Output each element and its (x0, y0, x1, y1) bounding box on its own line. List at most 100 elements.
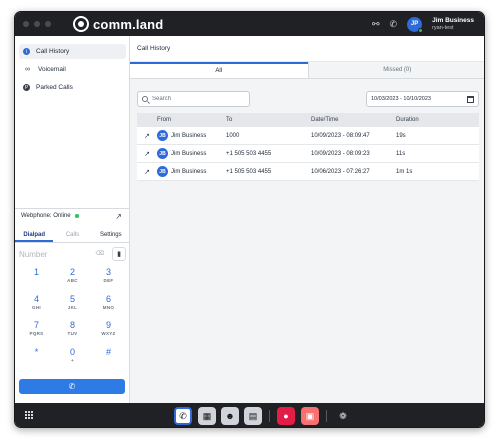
avatar: JB (157, 130, 168, 141)
call-history-tabs: All Missed (0) (130, 62, 484, 79)
search-icon (142, 96, 148, 102)
sidebar-item-label: Voicemail (38, 66, 66, 73)
from-name: Jim Business (171, 150, 207, 157)
call-button[interactable]: ✆ (19, 379, 125, 394)
to-cell: 1000 (226, 132, 240, 139)
avatar[interactable]: JP (407, 16, 424, 33)
logo-icon (73, 16, 89, 32)
dialpad-key-9[interactable]: 9 WXYZ (91, 320, 126, 344)
dialpad-key-4[interactable]: 4 GHI (19, 294, 54, 318)
dock-store-button[interactable]: ▤ (244, 407, 262, 425)
phone-icon: ✆ (179, 410, 187, 421)
brand-name: comm.land (93, 16, 164, 32)
avatar-initials: JP (410, 21, 419, 27)
dialpad-key-2[interactable]: 2 ABC (55, 267, 90, 291)
dialpad-key-1[interactable]: 1 (19, 267, 54, 291)
dock-phone-button[interactable]: ✆ (174, 407, 192, 425)
search-input[interactable] (152, 96, 242, 102)
key-digit: 2 (69, 267, 75, 277)
tab-missed[interactable]: Missed (0) (307, 62, 484, 78)
key-digit: 6 (105, 294, 111, 304)
dock-divider (326, 410, 327, 422)
dialpad-key-star[interactable]: * (19, 347, 54, 371)
close-window-button[interactable] (23, 21, 29, 27)
tab-calls[interactable]: Calls (53, 228, 91, 242)
column-duration: Duration (396, 117, 419, 123)
dialpad-key-0[interactable]: 0 + (55, 347, 90, 371)
dock-meetings-button[interactable]: ● (277, 407, 295, 425)
dock-team-button[interactable]: ☻ (221, 407, 239, 425)
app-grid-icon[interactable] (25, 411, 34, 420)
table-row[interactable]: ↗ JB Jim Business +1 505 503 4455 10/09/… (137, 145, 479, 163)
dock-divider (269, 410, 270, 422)
dialpad-key-6[interactable]: 6 MNO (91, 294, 126, 318)
key-digit: 8 (69, 320, 75, 330)
column-from: From (157, 117, 171, 123)
webphone-status-label: Webphone: Online (21, 213, 71, 219)
dialpad-key-5[interactable]: 5 JKL (55, 294, 90, 318)
dock-cards-button[interactable]: ▣ (301, 407, 319, 425)
tab-settings[interactable]: Settings (92, 228, 130, 242)
sidebar-item-call-history[interactable]: i Call History (19, 44, 126, 59)
phone-icon[interactable]: ✆ (390, 19, 398, 30)
key-digit: 4 (33, 294, 39, 304)
key-letters: + (71, 358, 74, 363)
column-to: To (226, 117, 233, 123)
minimize-window-button[interactable] (34, 21, 40, 27)
number-input[interactable] (19, 249, 89, 259)
dialpad-key-3[interactable]: 3 DEF (91, 267, 126, 291)
key-letters: WXYZ (101, 331, 116, 336)
number-row: ⌫ ▮ (19, 247, 126, 261)
backspace-icon[interactable]: ⌫ (96, 250, 104, 257)
id-card-icon: ▣ (305, 410, 315, 421)
avatar: JB (157, 166, 168, 177)
key-digit: # (105, 347, 111, 357)
key-letters: DEF (103, 278, 114, 283)
main-header: Call History (130, 36, 484, 62)
key-digit: 3 (105, 267, 111, 277)
sidebar-item-voicemail[interactable]: ∞ Voicemail (19, 62, 126, 77)
zoom-window-button[interactable] (45, 21, 51, 27)
app-logo: comm.land (73, 16, 163, 32)
user-info[interactable]: Jim Business ryan-test (432, 17, 474, 31)
key-letters: TUV (67, 331, 78, 336)
key-digit: 0 (69, 347, 75, 357)
call-history-table: From To Date/Time Duration ↗ JB Jim Busi… (137, 113, 479, 181)
tab-all[interactable]: All (130, 62, 308, 78)
datetime-cell: 10/09/2023 - 08:09:47 (311, 132, 370, 139)
dock-contacts-button[interactable]: ▦ (198, 407, 216, 425)
key-digit: 5 (69, 294, 75, 304)
online-status-dot (418, 27, 424, 33)
popout-icon[interactable]: ↗ (115, 212, 122, 221)
network-icon[interactable]: ⚯ (372, 19, 380, 30)
gear-icon: ❁ (339, 410, 347, 421)
datetime-cell: 10/09/2023 - 08:09:23 (311, 150, 370, 157)
dock-settings-button[interactable]: ❁ (334, 407, 352, 425)
duration-cell: 11s (396, 150, 406, 157)
dialpad-key-7[interactable]: 7 PQRS (19, 320, 54, 344)
tab-dialpad[interactable]: Dialpad (15, 228, 54, 242)
sidebar-item-parked-calls[interactable]: P Parked Calls (19, 80, 126, 95)
key-digit: 7 (33, 320, 39, 330)
app-window: comm.land ⚯ ✆ JP Jim Business ryan-test … (14, 11, 485, 428)
table-row[interactable]: ↗ JB Jim Business 1000 10/09/2023 - 08:0… (137, 127, 479, 145)
dialpad-key-hash[interactable]: # (91, 347, 126, 371)
clipboard-icon[interactable]: ▮ (112, 247, 126, 261)
duration-cell: 19s (396, 132, 406, 139)
table-row[interactable]: ↗ JB Jim Business +1 505 503 4455 10/06/… (137, 163, 479, 181)
to-cell: +1 505 503 4455 (226, 150, 272, 157)
user-subtitle: ryan-test (432, 24, 454, 31)
key-digit: 1 (33, 267, 39, 277)
calendar-icon[interactable] (467, 96, 474, 103)
sidebar-item-label: Call History (36, 48, 70, 55)
main-content: Call History All Missed (0) 10/03/2023 -… (130, 36, 484, 403)
online-indicator (74, 214, 79, 218)
sidebar: i Call History ∞ Voicemail P Parked Call… (15, 36, 130, 403)
column-datetime: Date/Time (311, 117, 339, 123)
dialpad-key-8[interactable]: 8 TUV (55, 320, 90, 344)
search-box[interactable] (137, 91, 250, 107)
date-range-picker[interactable]: 10/03/2023 - 10/10/2023 (366, 91, 479, 107)
webphone-status: Webphone: Online (21, 213, 79, 219)
sidebar-item-label: Parked Calls (36, 84, 73, 91)
outgoing-call-icon: ↗ (144, 150, 150, 158)
